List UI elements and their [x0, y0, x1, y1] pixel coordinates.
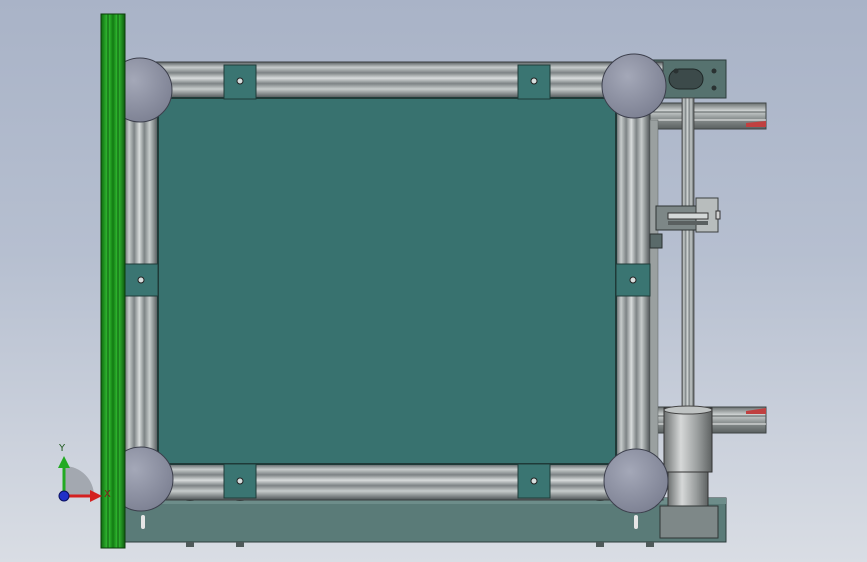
y-axis-arrow: [58, 456, 70, 468]
limit-tab: [715, 210, 721, 220]
motor-body: [663, 407, 713, 473]
triad-arc: [64, 466, 94, 496]
center-panel: [157, 97, 617, 465]
carriage-tab: [649, 233, 663, 249]
top-extrusion: [124, 61, 664, 99]
base-foot-tab: [186, 542, 194, 547]
green-rail: [100, 13, 126, 549]
motor-top: [663, 405, 713, 415]
cad-model-view[interactable]: [0, 0, 867, 562]
motor-mount: [659, 505, 719, 539]
foot-top-right: [601, 53, 667, 119]
z-axis-dot: [58, 490, 70, 502]
base-foot-tab: [596, 542, 604, 547]
stepper-motor: [659, 405, 719, 539]
nut-flange: [668, 221, 708, 225]
base-foot-tab: [236, 542, 244, 547]
lead-screw: [681, 97, 695, 417]
slot-mark: [141, 515, 145, 529]
lead-screw-assembly: [649, 97, 721, 417]
bottom-extrusion: [124, 463, 664, 501]
inner-right-strip: [649, 119, 659, 481]
slot-mark: [634, 515, 638, 529]
motor-lower-body: [667, 471, 709, 507]
cad-viewport[interactable]: Y X: [0, 0, 867, 562]
axis-triad: [58, 456, 102, 502]
nut-flange: [667, 212, 709, 220]
side-rails: [647, 102, 767, 434]
green-rail-body: [100, 13, 126, 549]
foot-bottom-right: [603, 448, 669, 514]
x-axis-arrow: [90, 490, 102, 502]
base-foot-tab: [646, 542, 654, 547]
x-axis-label: X: [104, 489, 111, 500]
y-axis-label: Y: [59, 443, 66, 454]
